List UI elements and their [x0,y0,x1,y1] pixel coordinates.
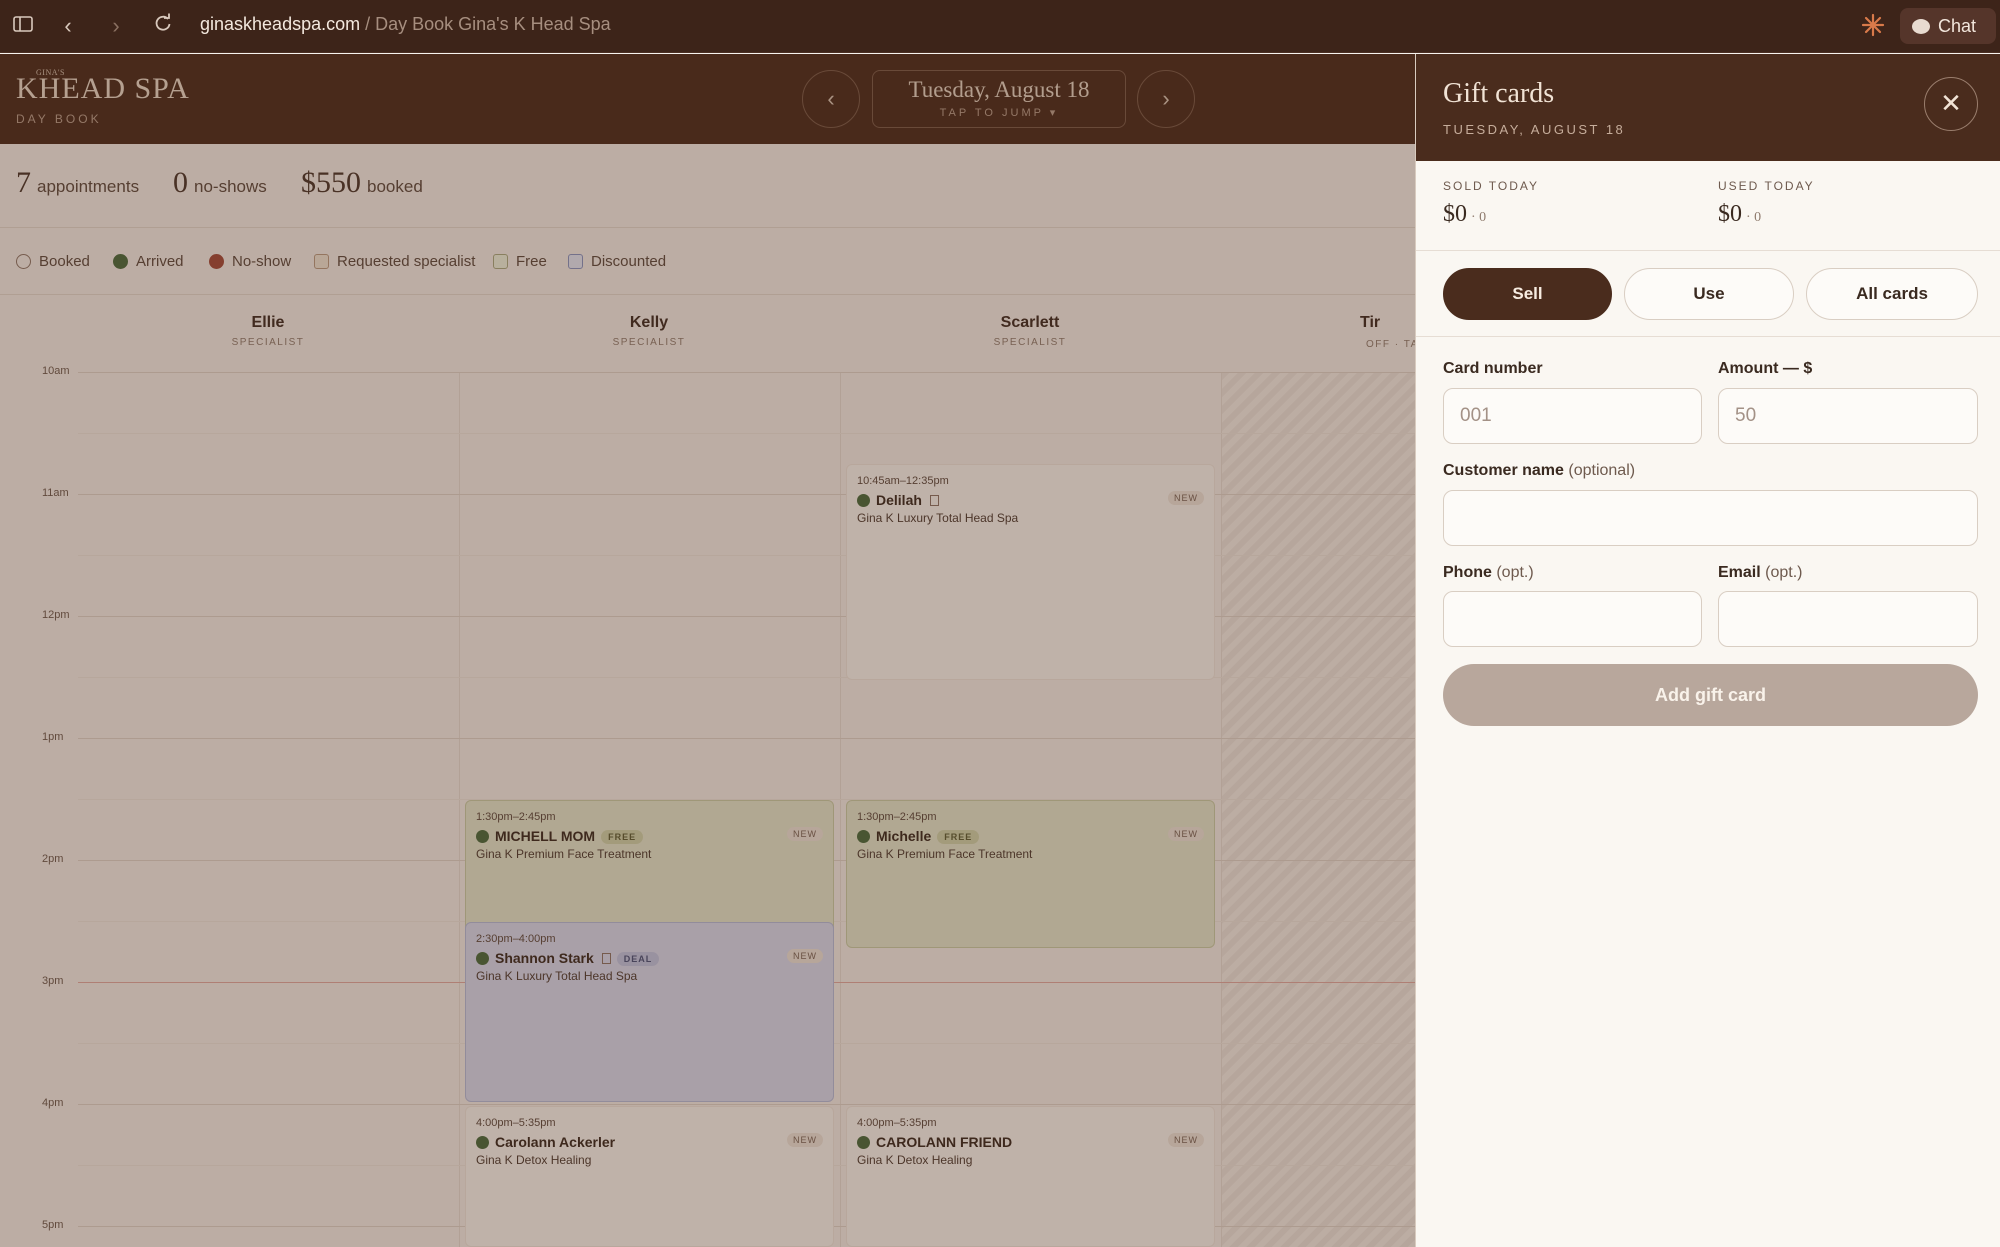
url-host: ginaskheadspa.com [200,14,361,34]
tab-use[interactable]: Use [1624,268,1794,320]
amount-input[interactable] [1718,388,1978,444]
tab-all-cards[interactable]: All cards [1806,268,1978,320]
address-bar[interactable]: ginaskheadspa.com / Day Book Gina's K He… [200,14,611,35]
close-icon: ✕ [1940,88,1962,118]
amount-label: Amount — $ [1718,360,1813,377]
add-gift-card-button[interactable]: Add gift card [1443,664,1978,726]
used-today: USED TODAY $0 · 0 [1718,179,1815,227]
phone-label: Phone (opt.) [1443,564,1534,581]
customer-name-input[interactable] [1443,490,1978,546]
sidebar-toggle-icon[interactable] [10,13,36,39]
forward-icon[interactable]: › [103,13,129,39]
url-path: / Day Book Gina's K Head Spa [360,14,611,34]
chat-button[interactable]: Chat [1900,8,1996,44]
panel-date: TUESDAY, AUGUST 18 [1443,122,1626,137]
back-icon[interactable]: ‹ [55,13,81,39]
browser-toolbar: ‹ › ginaskheadspa.com / Day Book Gina's … [0,0,2000,53]
chat-label: Chat [1938,16,1977,36]
tab-sell[interactable]: Sell [1443,268,1612,320]
claude-star-icon[interactable] [1860,12,1886,38]
email-input[interactable] [1718,591,1978,647]
panel-title: Gift cards [1443,78,1555,109]
sold-today: SOLD TODAY $0 · 0 [1443,179,1540,227]
chat-bubble-icon [1912,19,1930,34]
card-number-input[interactable] [1443,388,1702,444]
card-number-label: Card number [1443,360,1543,377]
panel-header: Gift cards TUESDAY, AUGUST 18 ✕ [1416,54,2000,161]
gift-cards-panel: Gift cards TUESDAY, AUGUST 18 ✕ SOLD TOD… [1415,54,2000,1247]
close-button[interactable]: ✕ [1924,77,1978,131]
reload-icon[interactable] [150,13,176,39]
email-label: Email (opt.) [1718,564,1803,581]
customer-name-label: Customer name (optional) [1443,462,1636,479]
modal-backdrop[interactable] [0,54,1415,1247]
phone-input[interactable] [1443,591,1702,647]
